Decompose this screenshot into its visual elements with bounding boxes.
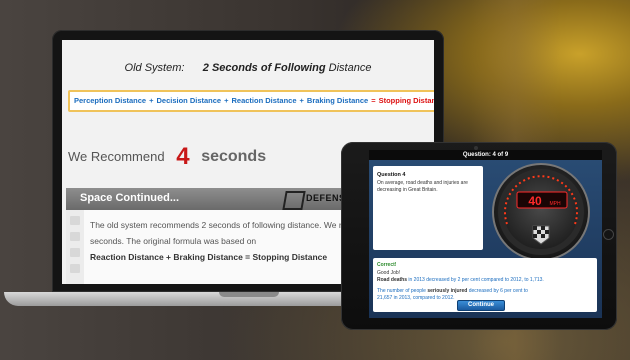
sidebar-thumb-icon[interactable] xyxy=(70,216,80,225)
formula-equals: = xyxy=(371,96,376,105)
formula-term-reaction: Reaction Distance xyxy=(231,96,297,105)
answer-line-1-bold: Road deaths xyxy=(377,277,408,283)
sidebar-thumb-icon[interactable] xyxy=(70,232,80,241)
paragraph-line: The old system recommends 2 seconds of f… xyxy=(90,220,351,230)
answer-line-2-rest: decreased by 6 per cent to xyxy=(467,288,528,294)
answer-line-2-bold: seriously injured xyxy=(427,288,468,294)
formula-plus: + xyxy=(149,96,154,105)
answer-line-1: Road deaths in 2013 decreased by 2 per c… xyxy=(377,277,544,283)
section-title: Space Continued... xyxy=(80,192,180,204)
question-counter: Question: 4 of 9 xyxy=(369,150,602,160)
slide-title: Old System: 2 Seconds of Following Dista… xyxy=(62,62,434,74)
title-main: 2 Seconds of Following xyxy=(202,62,326,74)
sidebar-thumb-icon[interactable] xyxy=(70,264,80,273)
question-body: On average, road deaths and injuries are… xyxy=(377,180,468,193)
laptop-notch xyxy=(219,292,279,297)
tablet-screen: Question: 4 of 9 Question 4 On average, … xyxy=(369,150,602,318)
recommend-line: We Recommend 4 seconds xyxy=(68,140,267,170)
answer-line-1-rest: in 2013 decreased by 2 per cent compared… xyxy=(407,277,544,283)
recommend-label: We Recommend xyxy=(68,149,165,164)
home-button[interactable] xyxy=(603,229,614,240)
formula-box: Perception Distance + Decision Distance + Re… xyxy=(68,90,434,112)
recommend-unit: seconds xyxy=(201,148,267,165)
formula-term-perception: Perception Distance xyxy=(74,96,147,105)
speed-readout: 40 xyxy=(528,194,542,208)
formula-paragraph: Reaction Distance + Braking Distance = S… xyxy=(90,252,328,262)
answer-status: Correct! xyxy=(377,262,397,268)
slide-sidebar xyxy=(66,210,84,284)
title-suffix: Distance xyxy=(328,62,372,74)
paragraph-line: seconds. The original formula was based … xyxy=(90,236,257,246)
answer-praise: Good Job! xyxy=(377,270,401,276)
formula-plus: + xyxy=(224,96,229,105)
answer-line-3: 21,657 in 2013, compared to 2012. xyxy=(377,295,455,301)
formula-result: Stopping Distance xyxy=(378,96,434,105)
speed-unit: MPH xyxy=(549,201,561,207)
sidebar-thumb-icon[interactable] xyxy=(70,248,80,257)
answer-line-2-start: The number of people xyxy=(377,288,428,294)
recommend-value: 4 xyxy=(176,143,190,170)
question-card: Question 4 On average, road deaths and i… xyxy=(373,166,483,250)
title-prefix: Old System: xyxy=(124,62,185,74)
speedometer-icon: 40 MPH xyxy=(473,162,602,262)
question-title: Question 4 xyxy=(377,172,406,178)
answer-line-2: The number of people seriously injured d… xyxy=(377,288,528,294)
continue-button[interactable]: Continue xyxy=(457,300,505,311)
formula-plus: + xyxy=(299,96,304,105)
defensive-driving-logo-icon xyxy=(282,191,306,210)
formula-term-braking: Braking Distance xyxy=(306,96,369,105)
formula-term-decision: Decision Distance xyxy=(156,96,222,105)
